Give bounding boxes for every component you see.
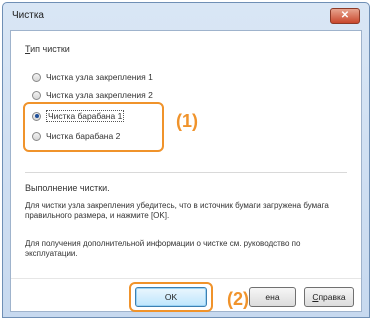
drum-options-highlight <box>23 102 164 152</box>
divider <box>25 172 347 173</box>
radio-label: Чистка узла закрепления 1 <box>46 72 153 82</box>
info-title: Выполнение чистки. <box>25 183 110 193</box>
title-bar[interactable]: Чистка ✕ <box>3 3 369 29</box>
button-area-divider <box>11 278 361 279</box>
group-label-text: ип чистки <box>30 44 70 54</box>
cancel-button[interactable]: ена <box>249 287 296 307</box>
window-title: Чистка <box>12 10 44 21</box>
radio-fuser-cleaning-1[interactable]: Чистка узла закрепления 1 <box>32 70 153 84</box>
annotation-marker-1: (1) <box>176 111 198 131</box>
ok-button-highlight <box>129 282 213 312</box>
cleaning-dialog: Чистка ✕ Тип чистки Чистка узла закрепле… <box>2 2 370 318</box>
radio-button-unchecked[interactable] <box>32 90 41 100</box>
close-icon: ✕ <box>340 10 350 21</box>
radio-button-unchecked[interactable] <box>32 72 41 82</box>
annotation-marker-2: (2) <box>227 289 249 309</box>
close-button[interactable]: ✕ <box>330 8 360 24</box>
radio-fuser-cleaning-2[interactable]: Чистка узла закрепления 2 <box>32 88 153 102</box>
info-paragraph-2: Для получения дополнительной информации … <box>25 239 301 258</box>
help-label: правка <box>318 292 346 302</box>
radio-label: Чистка узла закрепления 2 <box>46 90 153 100</box>
info-paragraph-1: Для чистки узла закрепления убедитесь, ч… <box>25 201 329 220</box>
help-button[interactable]: Справка <box>304 287 354 307</box>
cleaning-type-group-label: Тип чистки <box>25 44 70 54</box>
dialog-content: Тип чистки Чистка узла закрепления 1 Чис… <box>10 30 362 312</box>
